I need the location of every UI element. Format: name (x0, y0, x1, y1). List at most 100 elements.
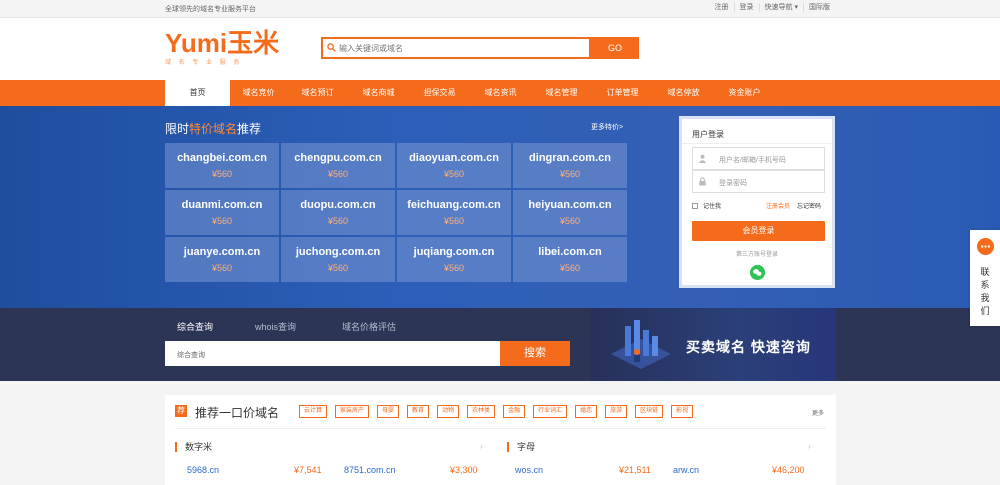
section-title: 推荐一口价域名 (195, 406, 280, 420)
general-search-input[interactable]: 综合查询 (165, 341, 500, 366)
register-link[interactable]: 注册 (710, 3, 735, 12)
forgot-password-link[interactable]: 忘记密码 (797, 201, 821, 210)
main-nav: 首页 域名竞价 域名预订 域名商城 担保交易 域名资讯 域名管理 订单管理 域名… (0, 80, 1000, 106)
nav-item-escrow[interactable]: 担保交易 (409, 80, 470, 106)
password-field[interactable]: 登录密码 (692, 170, 825, 193)
tag-cloud[interactable]: 云计算 (299, 405, 328, 418)
wechat-icon[interactable] (750, 265, 765, 280)
header-search-box[interactable] (321, 37, 591, 59)
login-button[interactable]: 会员登录 (692, 221, 825, 241)
remember-label: 记住我 (703, 204, 722, 210)
nav-item-funds[interactable]: 资金账户 (714, 80, 775, 106)
domain-card[interactable]: chengpu.com.cn ¥560 (281, 143, 395, 188)
domain-card[interactable]: dingran.com.cn ¥560 (513, 143, 627, 188)
domain-price: ¥560 (559, 169, 581, 179)
tag-maternity[interactable]: 母婴 (377, 405, 400, 418)
list-item[interactable]: 8751.com.cn (344, 465, 396, 475)
logo[interactable]: Yumi玉米 域 名 专 业 服 务 (165, 30, 279, 66)
search-button[interactable]: 搜索 (500, 341, 570, 366)
category-numeric[interactable]: 数字米 (175, 442, 212, 452)
more-tags-link[interactable]: 更多 (812, 408, 824, 417)
chevron-right-icon[interactable]: › (480, 442, 483, 451)
domain-price: ¥21,511 (619, 465, 651, 475)
international-link[interactable]: 国际版 (804, 3, 835, 12)
tag-film[interactable]: 影视 (671, 405, 694, 418)
tag-finance[interactable]: 金融 (503, 405, 526, 418)
checkbox-icon[interactable] (692, 202, 698, 209)
nav-item-mall[interactable]: 域名商城 (348, 80, 409, 106)
category-letters[interactable]: 字母 (507, 442, 535, 452)
chat-icon (977, 238, 994, 255)
register-link[interactable]: 注册会员 (766, 201, 790, 210)
title-suffix: 推荐 (237, 122, 262, 136)
domain-link[interactable]: wos.cn (515, 465, 543, 475)
domain-price: ¥560 (443, 263, 465, 273)
domain-card[interactable]: libei.com.cn ¥560 (513, 237, 627, 282)
tab-general-search[interactable]: 综合查询 (177, 320, 213, 333)
more-offers-link[interactable]: 更多特价> (591, 122, 623, 132)
category-tags: 云计算 家装房产 母婴 教育 动物 农林类 金融 行业词汇 婚恋 旅游 区块链 … (299, 405, 701, 418)
domain-link[interactable]: 5968.cn (187, 465, 219, 475)
domain-card[interactable]: duanmi.com.cn ¥560 (165, 190, 279, 235)
list-item[interactable]: 5968.cn (187, 465, 219, 475)
domain-price: ¥560 (443, 169, 465, 179)
list-item[interactable]: wos.cn (515, 465, 543, 475)
remember-me-checkbox[interactable]: 记住我 (692, 201, 721, 210)
nav-item-parking[interactable]: 域名停放 (653, 80, 714, 106)
domain-card[interactable]: changbei.com.cn ¥560 (165, 143, 279, 188)
tag-marriage[interactable]: 婚恋 (575, 405, 598, 418)
chevron-right-icon[interactable]: › (808, 442, 811, 451)
tag-education[interactable]: 教育 (407, 405, 430, 418)
nav-item-auction[interactable]: 域名竞价 (230, 80, 287, 106)
domain-name: duanmi.com.cn (181, 199, 263, 211)
list-item-price: ¥21,511 (619, 465, 651, 475)
list-item-price: ¥7,541 (294, 465, 322, 475)
tag-industry[interactable]: 行业词汇 (533, 405, 568, 418)
nav-item-news[interactable]: 域名资讯 (470, 80, 531, 106)
go-button[interactable]: GO (591, 37, 639, 59)
domain-link[interactable]: arw.cn (673, 465, 699, 475)
domain-name: feichuang.com.cn (407, 199, 501, 211)
list-item[interactable]: arw.cn (673, 465, 699, 475)
tab-price-evaluation[interactable]: 域名价格评估 (342, 320, 396, 333)
nav-item-orders[interactable]: 订单管理 (592, 80, 653, 106)
header-search-input[interactable] (339, 39, 589, 57)
domain-card[interactable]: juqiang.com.cn ¥560 (397, 237, 511, 282)
login-link[interactable]: 登录 (735, 3, 760, 12)
username-field[interactable]: 用户名/邮箱/手机号码 (692, 147, 825, 170)
tag-animals[interactable]: 动物 (437, 405, 460, 418)
tab-whois-search[interactable]: whois查询 (255, 320, 296, 333)
username-placeholder: 用户名/邮箱/手机号码 (719, 157, 786, 164)
list-item-price: ¥46,200 (772, 465, 805, 475)
promo-banner[interactable]: 买卖域名 快速咨询 (591, 308, 836, 381)
login-title: 用户登录 (692, 130, 724, 139)
contact-label: 联系我们 (980, 267, 990, 316)
recommend-badge: 荐 (175, 405, 187, 417)
domain-card[interactable]: feichuang.com.cn ¥560 (397, 190, 511, 235)
login-panel: 用户登录 用户名/邮箱/手机号码 登录密码 记住我 注册会员 忘记密码 会员登录… (679, 116, 835, 288)
nav-item-home[interactable]: 首页 (165, 80, 230, 106)
domain-card[interactable]: juanye.com.cn ¥560 (165, 237, 279, 282)
title-prefix: 限时 (165, 122, 190, 136)
third-party-label: 第三方账号登录 (735, 252, 778, 258)
domain-name: juanye.com.cn (183, 246, 261, 258)
contact-us-float[interactable]: 联系我们 (970, 230, 1000, 326)
quick-nav-dropdown[interactable]: 快速导航 ▾ (760, 3, 804, 12)
top-links: 注册 登录 快速导航 ▾ 国际版 (710, 3, 835, 12)
password-placeholder: 登录密码 (719, 180, 747, 187)
isometric-illustration (611, 320, 671, 369)
tag-blockchain[interactable]: 区块链 (635, 405, 664, 418)
top-bar: 全球领先的域名专业服务平台 注册 登录 快速导航 ▾ 国际版 (0, 0, 1000, 18)
domain-price: ¥560 (211, 169, 233, 179)
domain-card[interactable]: heiyuan.com.cn ¥560 (513, 190, 627, 235)
domain-card[interactable]: juchong.com.cn ¥560 (281, 237, 395, 282)
tag-agriculture[interactable]: 农林类 (467, 405, 496, 418)
domain-card[interactable]: duopu.com.cn ¥560 (281, 190, 395, 235)
tag-travel[interactable]: 旅游 (605, 405, 628, 418)
nav-item-reserve[interactable]: 域名预订 (287, 80, 348, 106)
domain-card[interactable]: diaoyuan.com.cn ¥560 (397, 143, 511, 188)
nav-item-domain-manage[interactable]: 域名管理 (531, 80, 592, 106)
domain-name: duopu.com.cn (300, 199, 376, 211)
tag-home-realestate[interactable]: 家装房产 (335, 405, 370, 418)
domain-link[interactable]: 8751.com.cn (344, 465, 396, 475)
